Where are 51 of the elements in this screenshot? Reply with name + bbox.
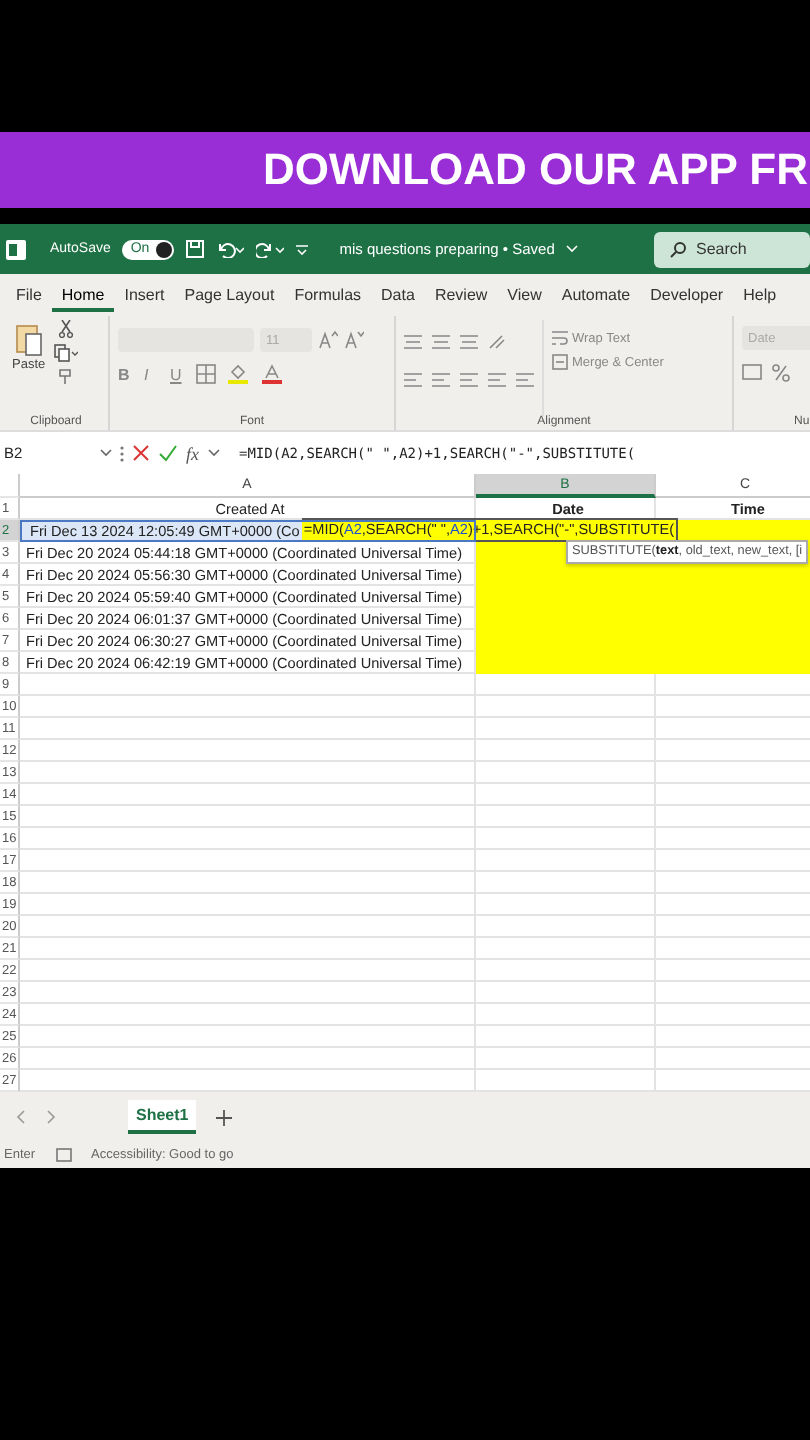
font-color-icon[interactable] [262, 364, 286, 384]
ribbon-tab[interactable]: Developer [640, 278, 734, 312]
clipboard-icon [15, 322, 42, 356]
fill-color-icon[interactable] [228, 364, 252, 384]
caret-icon [100, 448, 112, 458]
increase-font-icon[interactable] [318, 330, 338, 350]
merge-icon [552, 354, 568, 370]
banner-text: DOWNLOAD OUR APP FR [262, 144, 808, 196]
align-middle-icon[interactable] [432, 334, 450, 350]
ribbon-tab[interactable]: Automate [551, 278, 641, 312]
borders-icon[interactable] [196, 364, 218, 384]
wrap-icon [552, 330, 568, 346]
accounting-format-icon[interactable] [742, 364, 762, 380]
enter-check-icon[interactable] [158, 444, 178, 462]
scroll-left-icon[interactable] [16, 1110, 26, 1124]
format-painter-icon[interactable] [57, 368, 74, 386]
ribbon-tab[interactable]: Review [424, 278, 498, 312]
percent-icon[interactable] [772, 363, 790, 381]
ribbon-tab[interactable]: Home [51, 278, 115, 312]
save-icon[interactable] [185, 240, 204, 258]
align-center-icon[interactable] [432, 372, 450, 388]
scroll-right-icon[interactable] [46, 1110, 56, 1124]
align-left-icon[interactable] [404, 372, 422, 388]
caret-icon[interactable] [566, 244, 579, 254]
ribbon-tab[interactable]: Data [371, 278, 425, 312]
align-top-icon[interactable] [404, 334, 422, 350]
sheet-tab[interactable]: Sheet1 [128, 1100, 197, 1134]
decrease-indent-icon[interactable] [488, 372, 506, 388]
search-icon [670, 241, 686, 257]
ribbon-tab[interactable]: Page Layout [174, 278, 285, 312]
cell-mode-icon [55, 1148, 72, 1162]
copy-icon[interactable] [53, 344, 78, 362]
ribbon-tab[interactable]: Help [733, 278, 787, 312]
add-sheet-icon[interactable] [216, 1109, 233, 1125]
ribbon-tab[interactable]: File [6, 278, 52, 312]
ribbon-tab[interactable]: Formulas [284, 278, 372, 312]
excel-logo-icon [6, 239, 26, 259]
customize-caret-icon[interactable] [295, 243, 308, 255]
search-field[interactable]: Search [654, 231, 810, 267]
increase-indent-icon[interactable] [516, 372, 534, 388]
redo-icon[interactable] [255, 240, 284, 258]
caret-icon [207, 448, 219, 458]
cancel-icon[interactable] [132, 444, 150, 462]
align-right-icon[interactable] [460, 372, 478, 388]
insert-function-button[interactable]: fx [186, 443, 199, 463]
cut-icon[interactable] [57, 320, 74, 338]
ribbon-tab[interactable]: View [497, 278, 552, 312]
align-bottom-icon[interactable] [460, 334, 478, 350]
undo-icon[interactable] [215, 240, 244, 258]
ribbon-tab[interactable]: Insert [114, 278, 175, 312]
decrease-font-icon[interactable] [344, 330, 364, 350]
